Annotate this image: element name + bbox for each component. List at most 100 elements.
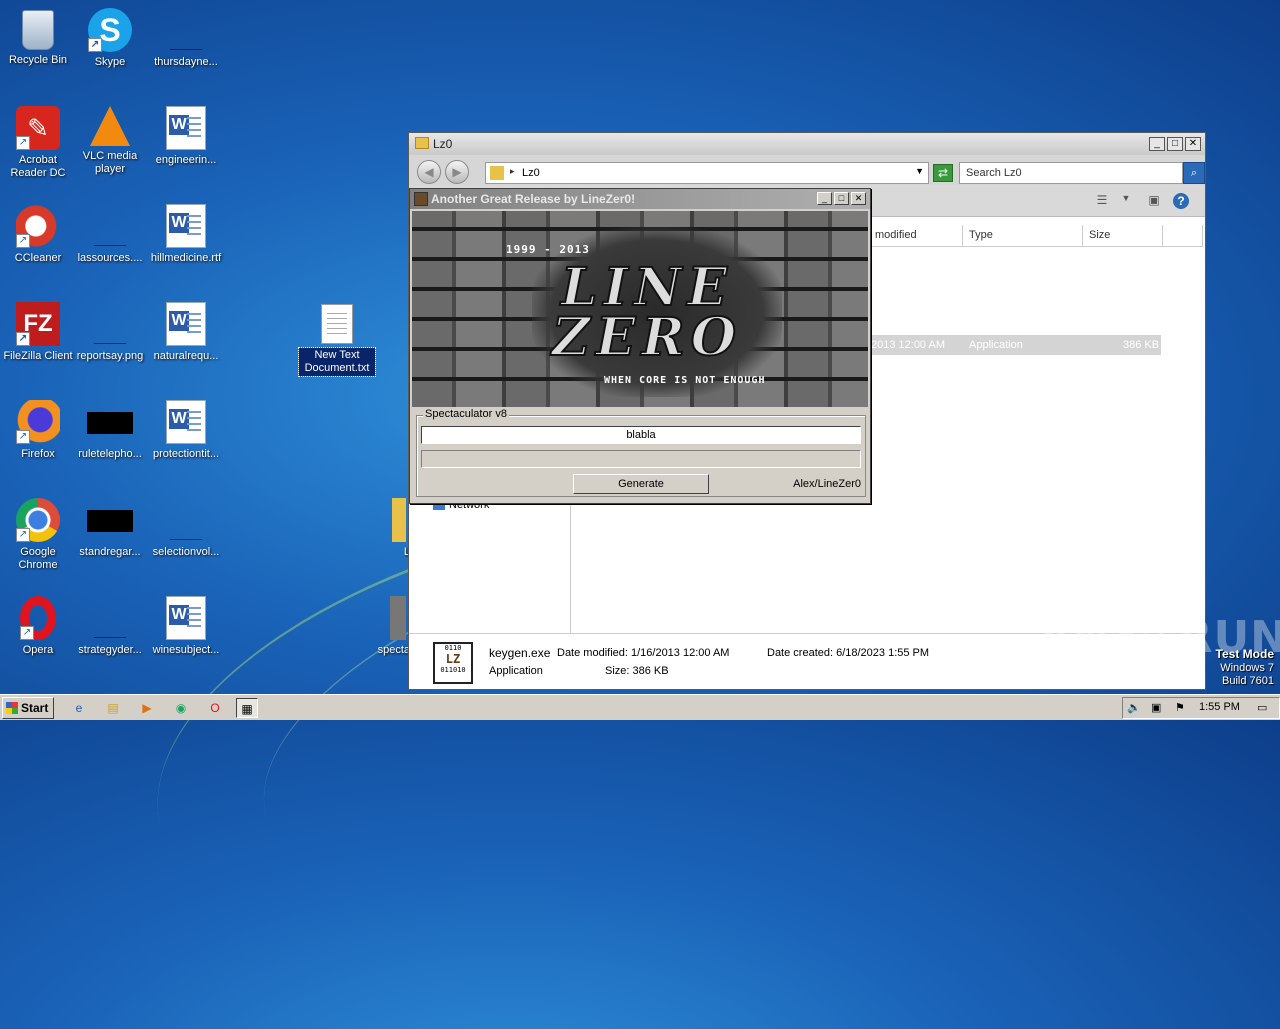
desktop-icon-protectiontit[interactable]: W protectiontit...: [148, 400, 224, 461]
search-icon[interactable]: ⌕: [1183, 162, 1205, 184]
group-label: Spectaculator v8: [423, 408, 509, 420]
acrobat-icon: ✎ ↗: [16, 106, 60, 150]
column-header-modified[interactable]: modified: [869, 225, 963, 247]
keygen-app-icon: [414, 192, 428, 206]
desktop-icon-winesubject[interactable]: W winesubject...: [148, 596, 224, 657]
blank-file-icon: [164, 8, 208, 52]
desktop-icon-label: VLC media player: [82, 150, 138, 175]
file-row-keygen[interactable]: 2013 12:00 AM Application 386 KB: [869, 335, 1161, 355]
desktop-icon-label: Google Chrome: [18, 546, 58, 571]
shortcut-arrow-icon: ↗: [16, 234, 30, 248]
desktop-icon-naturalrequ[interactable]: W naturalrequ...: [148, 302, 224, 363]
desktop-icon-chrome[interactable]: ↗ Google Chrome: [0, 498, 76, 572]
system-tray: 🔈 ▣ ⚑ 1:55 PM ▭: [1122, 697, 1280, 719]
desktop-icon-ruletelepho[interactable]: ruletelepho...: [72, 400, 148, 461]
desktop-icon-firefox[interactable]: ↗ Firefox: [0, 400, 76, 461]
desktop-icon-folder-l[interactable]: L: [366, 498, 410, 559]
chrome-taskbar-icon[interactable]: ◉: [170, 698, 192, 718]
minimize-button[interactable]: _: [1149, 137, 1165, 151]
volume-icon[interactable]: 🔈: [1127, 701, 1141, 714]
desktop-icon-lassources[interactable]: lassources....: [72, 204, 148, 265]
close-button[interactable]: ✕: [851, 192, 866, 205]
shortcut-arrow-icon: ↗: [16, 136, 30, 150]
explorer-titlebar[interactable]: Lz0 _ □ ✕: [409, 133, 1205, 155]
desktop-icon-label: Firefox: [21, 448, 55, 460]
keygen-taskbar-button[interactable]: ▦: [236, 698, 258, 718]
file-type: Application: [969, 339, 1023, 351]
maximize-button[interactable]: □: [1167, 137, 1183, 151]
show-desktop-icon[interactable]: ▭: [1257, 701, 1267, 714]
forward-button[interactable]: ▶: [445, 160, 469, 184]
address-path[interactable]: Lz0: [522, 167, 540, 179]
chevron-down-icon[interactable]: ▼: [1117, 193, 1135, 209]
app-icon: [390, 596, 406, 640]
opera-taskbar-icon[interactable]: O: [204, 698, 226, 718]
minimize-button[interactable]: _: [817, 192, 832, 205]
file-explorer-icon[interactable]: ▤: [102, 698, 124, 718]
desktop-icon-specta[interactable]: specta: [366, 596, 410, 657]
desktop-icon-label: strategyder...: [78, 644, 142, 656]
desktop-icon-new-text-document[interactable]: New Text Document.txt: [298, 304, 376, 377]
back-button[interactable]: ◀: [417, 160, 441, 184]
column-header-empty[interactable]: [1163, 225, 1203, 247]
black-file-icon: [87, 510, 133, 532]
banner-logo: LINE ZERO: [551, 257, 743, 368]
keygen-banner: 1999 - 2013 LINE ZERO WHEN CORE IS NOT E…: [412, 211, 868, 407]
chevron-right-icon[interactable]: ▸: [510, 166, 515, 177]
close-button[interactable]: ✕: [1185, 137, 1201, 151]
clock[interactable]: 1:55 PM: [1199, 701, 1240, 713]
desktop-icon-label: Recycle Bin: [8, 54, 68, 66]
column-header-size[interactable]: Size: [1083, 225, 1163, 247]
flag-icon[interactable]: ⚑: [1175, 701, 1185, 714]
blank-file-icon: [88, 596, 132, 640]
maximize-button[interactable]: □: [834, 192, 849, 205]
desktop-icon-selectionvol[interactable]: selectionvol...: [148, 498, 224, 559]
desktop-icon-engineerin[interactable]: W engineerin...: [148, 106, 224, 167]
desktop-icon-label: lassources....: [77, 252, 143, 264]
word-document-icon: W: [166, 204, 206, 248]
desktop-icon-label[interactable]: New Text Document.txt: [298, 347, 376, 377]
name-input[interactable]: blabla: [421, 426, 861, 444]
desktop-icon-hillmedicine[interactable]: W hillmedicine.rtf: [148, 204, 224, 265]
network-tray-icon[interactable]: ▣: [1151, 701, 1161, 714]
start-button[interactable]: Start: [2, 697, 54, 719]
blank-file-icon: [164, 498, 208, 542]
internet-explorer-icon[interactable]: e: [68, 698, 90, 718]
desktop-icon-recycle-bin[interactable]: Recycle Bin: [0, 8, 76, 67]
taskbar: Start e ▤ ▶ ◉ O ▦ 🔈 ▣ ⚑ 1:55 PM ▭: [0, 694, 1280, 720]
vlc-cone-icon: [90, 106, 130, 146]
keygen-window: Another Great Release by LineZer0! _ □ ✕…: [409, 188, 871, 504]
details-date-modified: Date modified: 1/16/2013 12:00 AM: [557, 647, 730, 659]
chevron-down-icon[interactable]: ▼: [915, 166, 924, 176]
desktop-icon-acrobat[interactable]: ✎ ↗ Acrobat Reader DC: [0, 106, 76, 180]
keygen-titlebar[interactable]: Another Great Release by LineZer0! _ □ ✕: [410, 189, 870, 209]
serial-output-field[interactable]: [421, 450, 861, 468]
address-bar[interactable]: ▸ Lz0 ▼: [485, 162, 929, 184]
credit-label: Alex/LineZer0: [793, 478, 861, 490]
keygen-title: Another Great Release by LineZer0!: [431, 192, 636, 206]
column-header-type[interactable]: Type: [963, 225, 1083, 247]
keygen-file-icon: 0110 LZ 011010: [433, 642, 473, 684]
desktop-icon-ccleaner[interactable]: ↗ CCleaner: [0, 204, 76, 265]
word-document-icon: W: [166, 106, 206, 150]
refresh-icon[interactable]: ⇄: [933, 164, 953, 182]
chrome-icon: ↗: [16, 498, 60, 542]
desktop-icon-label: CCleaner: [14, 252, 62, 264]
desktop-icon-strategyder[interactable]: strategyder...: [72, 596, 148, 657]
view-options-icon[interactable]: ☰: [1093, 193, 1111, 209]
desktop-icon-standregar[interactable]: standregar...: [72, 498, 148, 559]
search-input[interactable]: Search Lz0: [959, 162, 1183, 184]
desktop-icon-filezilla[interactable]: FZ ↗ FileZilla Client: [0, 302, 76, 363]
preview-pane-icon[interactable]: ▣: [1145, 193, 1163, 209]
folder-icon: [392, 498, 406, 542]
firefox-icon: ↗: [16, 400, 60, 444]
desktop-icon-vlc[interactable]: VLC media player: [72, 106, 148, 176]
desktop-icon-opera[interactable]: ↗ Opera: [0, 596, 76, 657]
help-icon[interactable]: ?: [1173, 193, 1189, 209]
desktop-icon-thursdayne[interactable]: thursdayne...: [148, 8, 224, 69]
desktop-icon-skype[interactable]: S ↗ Skype: [72, 8, 148, 69]
media-player-icon[interactable]: ▶: [136, 698, 158, 718]
desktop-icon-reportsay[interactable]: reportsay.png: [72, 302, 148, 363]
generate-button[interactable]: Generate: [573, 474, 709, 494]
ccleaner-icon: ↗: [16, 204, 60, 248]
